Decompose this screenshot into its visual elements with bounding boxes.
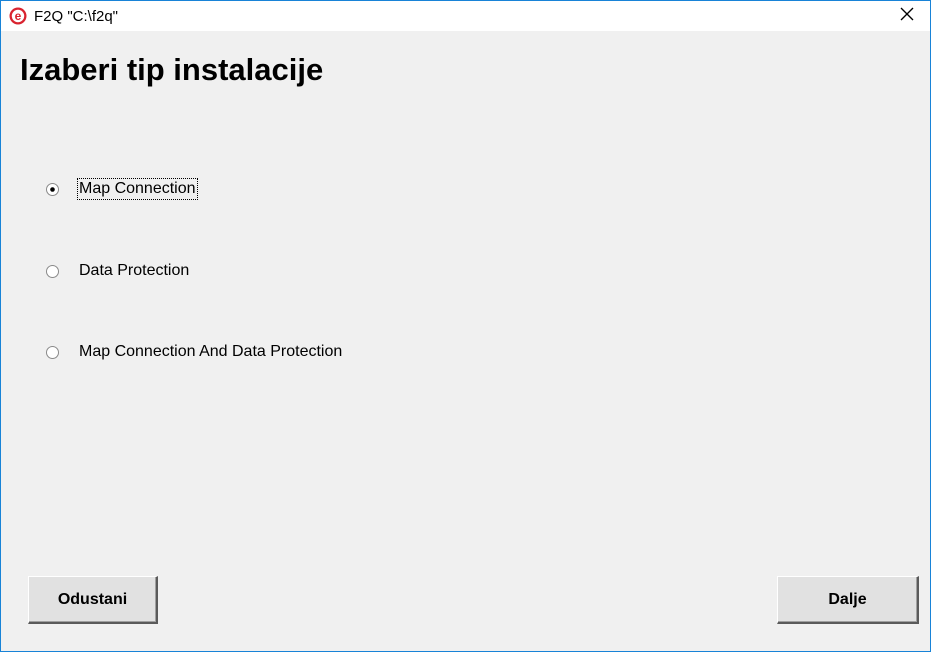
- close-icon: [899, 6, 915, 27]
- radio-label: Map Connection: [77, 178, 198, 200]
- radio-label: Data Protection: [79, 262, 190, 279]
- radio-option-data-protection[interactable]: Data Protection: [46, 260, 191, 282]
- cancel-button[interactable]: Odustani: [28, 576, 158, 624]
- e-logo-icon: e: [9, 7, 27, 25]
- next-button[interactable]: Dalje: [777, 576, 919, 624]
- installer-window: e F2Q "C:\f2q" Izaberi tip instalacije M…: [0, 0, 931, 652]
- radio-unselected-icon[interactable]: [46, 345, 59, 359]
- radio-selected-icon[interactable]: [46, 182, 59, 196]
- svg-text:e: e: [15, 9, 22, 23]
- radio-option-map-and-data[interactable]: Map Connection And Data Protection: [46, 341, 344, 363]
- close-button[interactable]: [884, 1, 930, 31]
- radio-option-map-connection[interactable]: Map Connection: [46, 178, 198, 200]
- page-title: Izaberi tip instalacije: [20, 52, 324, 87]
- title-bar: e F2Q "C:\f2q": [1, 1, 930, 31]
- window-title: F2Q "C:\f2q": [34, 8, 119, 25]
- radio-label: Map Connection And Data Protection: [79, 343, 343, 360]
- radio-unselected-icon[interactable]: [46, 264, 59, 278]
